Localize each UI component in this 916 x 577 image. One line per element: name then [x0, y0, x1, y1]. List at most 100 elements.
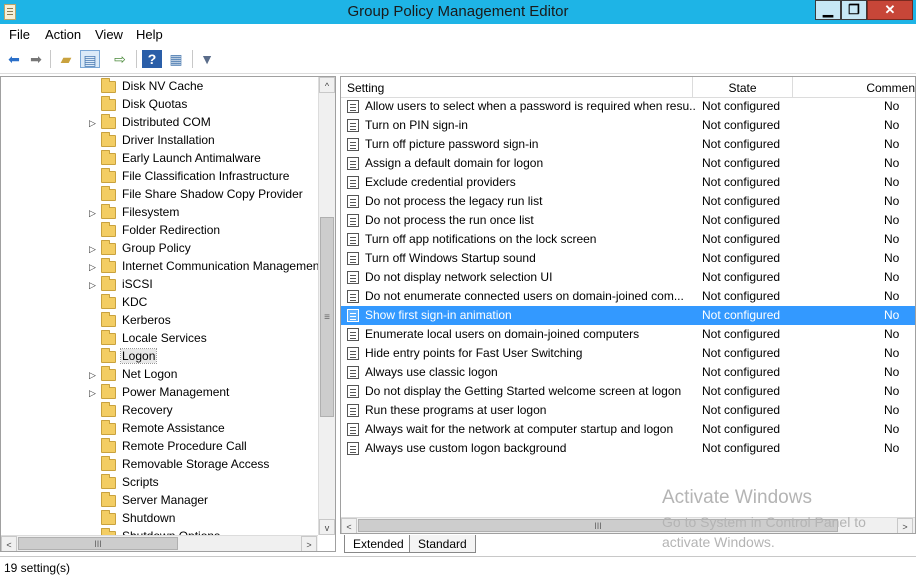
back-arrow-icon[interactable]: ⬅ — [4, 50, 24, 68]
tree-item[interactable]: Disk NV Cache — [1, 78, 319, 96]
menu-help[interactable]: Help — [136, 27, 163, 42]
policy-row[interactable]: Turn off Windows Startup sound Not config… — [341, 249, 915, 268]
tree-scroll-right-button[interactable]: > — [301, 536, 317, 551]
up-folder-icon[interactable]: ▰ — [56, 50, 76, 68]
tree-item[interactable]: Server Manager — [1, 492, 319, 510]
tree-item-label: iSCSI — [122, 277, 153, 291]
folder-icon — [101, 114, 116, 129]
policy-row[interactable]: Turn on PIN sign-in Not configured No — [341, 116, 915, 135]
close-button[interactable]: ✕ — [867, 0, 913, 20]
folder-icon — [101, 330, 116, 345]
tree-item[interactable]: Disk Quotas — [1, 96, 319, 114]
menu-view[interactable]: View — [95, 27, 123, 42]
tree-item[interactable]: Recovery — [1, 402, 319, 420]
filter-icon[interactable]: ▼ — [197, 50, 217, 68]
policy-row[interactable]: Always use custom logon background Not co… — [341, 439, 915, 458]
export-list-icon[interactable]: ⇨ — [110, 50, 130, 68]
maximize-button[interactable]: ❐ — [841, 0, 867, 20]
tree-scroll-left-button[interactable]: < — [1, 536, 17, 551]
policy-row[interactable]: Do not enumerate connected users on doma… — [341, 287, 915, 306]
tab-standard[interactable]: Standard — [409, 535, 476, 553]
policy-row[interactable]: Turn off app notifications on the lock s… — [341, 230, 915, 249]
menu-bar: File Action View Help — [0, 24, 916, 44]
policy-row[interactable]: Run these programs at user logon Not conf… — [341, 401, 915, 420]
tree-item[interactable]: Locale Services — [1, 330, 319, 348]
expand-arrow-icon[interactable]: ▷ — [89, 279, 97, 291]
tree-item[interactable]: KDC — [1, 294, 319, 312]
policy-row[interactable]: Enumerate local users on domain-joined c… — [341, 325, 915, 344]
tree-item[interactable]: Folder Redirection — [1, 222, 319, 240]
tree-item[interactable]: ▷ Net Logon — [1, 366, 319, 384]
policy-row[interactable]: Do not process the legacy run list Not co… — [341, 192, 915, 211]
activation-watermark-line: Go to System in Control Panel to — [662, 514, 866, 530]
tree-item[interactable]: Kerberos — [1, 312, 319, 330]
minimize-button[interactable]: ▁ — [815, 0, 841, 20]
column-header-state[interactable]: State — [693, 77, 793, 98]
policy-row[interactable]: Turn off picture password sign-in Not con… — [341, 135, 915, 154]
policy-row[interactable]: Do not process the run once list Not conf… — [341, 211, 915, 230]
tab-extended[interactable]: Extended — [344, 535, 413, 553]
policy-setting-name: Run these programs at user logon — [365, 403, 547, 417]
policy-row[interactable]: Always use classic logon Not configured No — [341, 363, 915, 382]
tree-item[interactable]: Remote Procedure Call — [1, 438, 319, 456]
folder-icon — [101, 510, 116, 525]
tree-scroll-thumb[interactable]: ≡ — [320, 217, 334, 417]
tree-item[interactable]: ▷ Power Management — [1, 384, 319, 402]
policy-comment: No — [884, 232, 900, 246]
menu-action[interactable]: Action — [45, 27, 81, 42]
policy-row[interactable]: Allow users to select when a password is… — [341, 97, 915, 116]
tree-item[interactable]: Shutdown — [1, 510, 319, 528]
expand-arrow-icon[interactable]: ▷ — [89, 243, 97, 255]
tree-item[interactable]: Removable Storage Access — [1, 456, 319, 474]
expand-arrow-icon[interactable]: ▷ — [89, 387, 97, 399]
column-header-comment[interactable]: Commen — [793, 77, 915, 98]
menu-file[interactable]: File — [9, 27, 30, 42]
tree-item[interactable]: ▷ Filesystem — [1, 204, 319, 222]
folder-icon — [101, 420, 116, 435]
tree-hscroll-thumb[interactable]: III — [18, 537, 178, 550]
tree-item[interactable]: Logon — [1, 348, 319, 366]
tree-scroll-down-button[interactable]: v — [319, 519, 335, 535]
tree-item[interactable]: ▷ Group Policy — [1, 240, 319, 258]
tree-item[interactable]: ▷ iSCSI — [1, 276, 319, 294]
folder-icon — [101, 240, 116, 255]
policy-row[interactable]: Assign a default domain for logon Not con… — [341, 154, 915, 173]
expand-arrow-icon[interactable]: ▷ — [89, 261, 97, 273]
folder-icon — [101, 492, 116, 507]
tree-vertical-scrollbar[interactable]: ^ ≡ v — [318, 77, 335, 535]
policy-row[interactable]: Hide entry points for Fast User Switchin… — [341, 344, 915, 363]
column-header-setting[interactable]: Setting — [341, 77, 693, 98]
tree-item[interactable]: Remote Assistance — [1, 420, 319, 438]
tree-item[interactable]: File Share Shadow Copy Provider — [1, 186, 319, 204]
tree-item[interactable]: ▷ Distributed COM — [1, 114, 319, 132]
show-hide-tree-icon[interactable]: ▤ — [80, 50, 100, 68]
expand-arrow-icon[interactable]: ▷ — [89, 117, 97, 129]
policy-row[interactable]: Do not display network selection UI Not c… — [341, 268, 915, 287]
policy-setting-name: Do not display network selection UI — [365, 270, 553, 284]
help-icon[interactable]: ? — [142, 50, 162, 68]
forward-arrow-icon[interactable]: ➡ — [26, 50, 46, 68]
tree-item-label: Disk NV Cache — [122, 79, 204, 93]
tree-scroll-up-button[interactable]: ^ — [319, 77, 335, 93]
policy-row[interactable]: Show first sign-in animation Not configur… — [341, 306, 915, 325]
policy-setting-icon — [347, 328, 359, 341]
properties-pane-icon[interactable]: ▦ — [166, 50, 186, 68]
expand-arrow-icon[interactable]: ▷ — [89, 369, 97, 381]
policy-comment: No — [884, 327, 900, 341]
tree-item[interactable]: Driver Installation — [1, 132, 319, 150]
expand-arrow-icon[interactable]: ▷ — [89, 207, 97, 219]
settings-scroll-right-button[interactable]: > — [897, 518, 913, 533]
policy-row[interactable]: Exclude credential providers Not configur… — [341, 173, 915, 192]
policy-row[interactable]: Do not display the Getting Started welco… — [341, 382, 915, 401]
policy-row[interactable]: Always wait for the network at computer … — [341, 420, 915, 439]
policy-setting-name: Always use custom logon background — [365, 441, 567, 455]
settings-scroll-left-button[interactable]: < — [341, 518, 357, 533]
tree-item[interactable]: Early Launch Antimalware — [1, 150, 319, 168]
policy-setting-name: Always wait for the network at computer … — [365, 422, 674, 436]
tree-item[interactable]: Scripts — [1, 474, 319, 492]
tree-item[interactable]: ▷ Internet Communication Managemen — [1, 258, 319, 276]
policy-state: Not configured — [702, 232, 781, 246]
tree-horizontal-scrollbar[interactable]: < III > — [1, 535, 318, 551]
tree-item[interactable]: File Classification Infrastructure — [1, 168, 319, 186]
folder-icon — [101, 474, 116, 489]
